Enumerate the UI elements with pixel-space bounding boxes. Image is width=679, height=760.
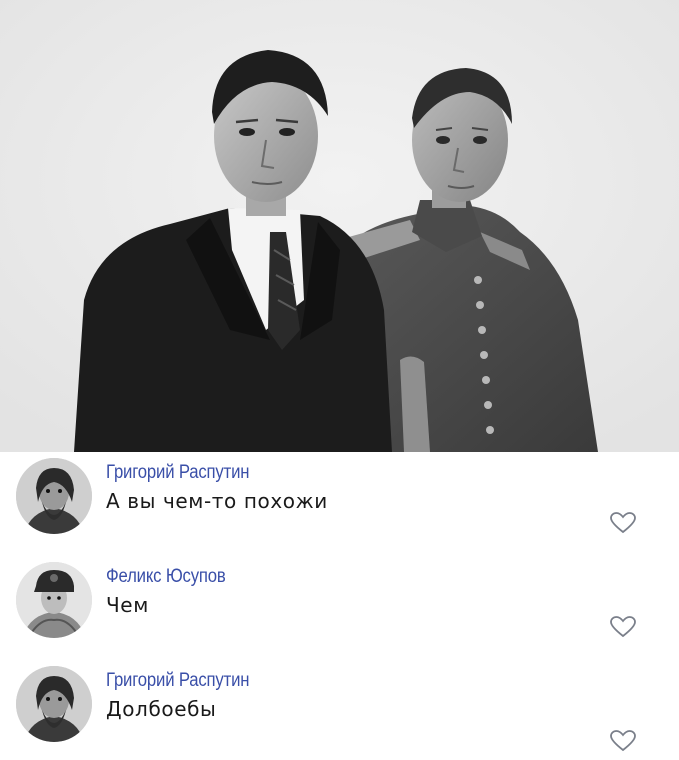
comment-item: Григорий Распутин А вы чем-то похожи (0, 452, 679, 552)
portrait-photo (0, 0, 679, 452)
yusupov-avatar-image (16, 562, 92, 638)
avatar[interactable] (16, 562, 92, 638)
heart-outline-icon[interactable] (610, 730, 636, 752)
comment-text: Чем (106, 593, 149, 617)
comment-author[interactable]: Григорий Распутин (106, 670, 249, 692)
avatar[interactable] (16, 666, 92, 742)
rasputin-avatar-image (16, 458, 92, 534)
comments-list: Григорий Распутин А вы чем-то похожи Фел… (0, 452, 679, 752)
comment-author[interactable]: Феликс Юсупов (106, 566, 226, 588)
heart-outline-icon[interactable] (610, 616, 636, 638)
comment-item: Григорий Распутин Долбоебы (0, 660, 679, 760)
heart-outline-icon[interactable] (610, 512, 636, 534)
avatar[interactable] (16, 458, 92, 534)
two-men-portrait-image (0, 0, 679, 452)
comment-author[interactable]: Григорий Распутин (106, 462, 249, 484)
comment-text: Долбоебы (106, 697, 217, 721)
rasputin-avatar-image (16, 666, 92, 742)
comment-text: А вы чем-то похожи (106, 489, 328, 513)
comment-item: Феликс Юсупов Чем (0, 556, 679, 656)
